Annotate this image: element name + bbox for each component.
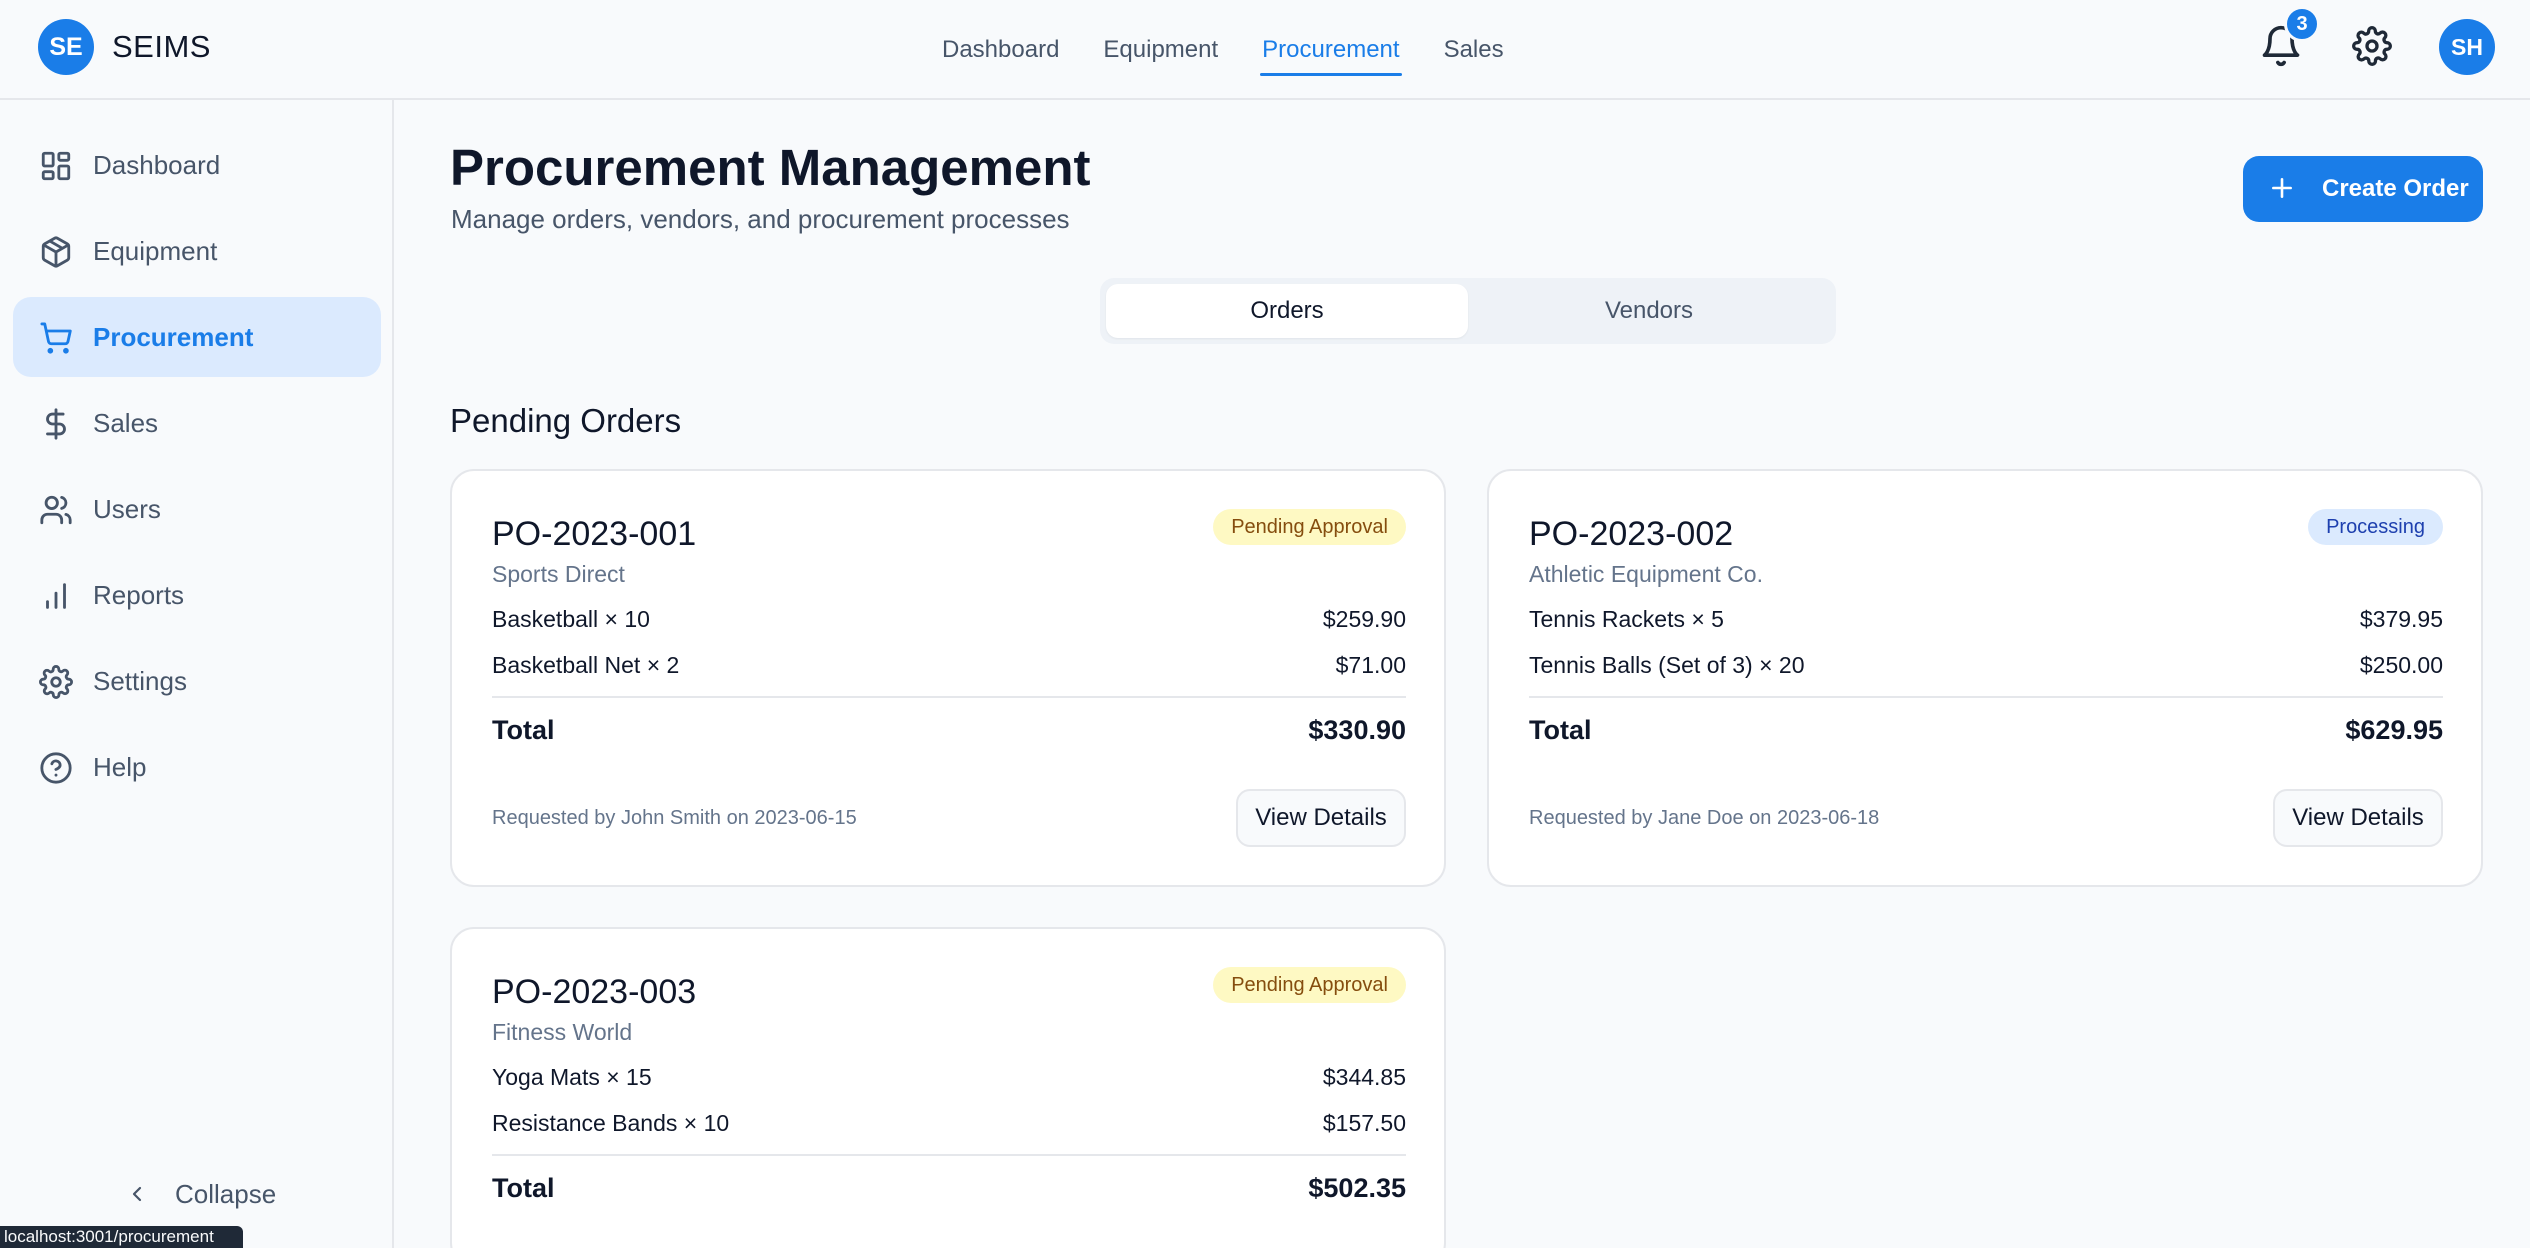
top-nav: Dashboard Equipment Procurement Sales — [920, 0, 1526, 100]
total-amount: $502.35 — [1308, 1173, 1406, 1203]
item-name: Resistance Bands × 10 — [492, 1110, 730, 1136]
sidebar-item-dashboard[interactable]: Dashboard — [13, 125, 381, 205]
view-details-button[interactable]: View Details — [2273, 789, 2443, 847]
item-name: Yoga Mats × 15 — [492, 1064, 652, 1090]
sidebar-item-equipment[interactable]: Equipment — [13, 211, 381, 291]
total-label: Total — [1529, 715, 1592, 745]
grid-icon — [41, 151, 71, 181]
sidebar-item-help[interactable]: Help — [13, 727, 381, 807]
order-line-item: Resistance Bands × 10 $157.50 — [492, 1110, 1406, 1140]
sidebar-item-label: Settings — [93, 665, 187, 696]
tabs: Orders Vendors — [1100, 278, 1836, 344]
item-name: Tennis Balls (Set of 3) × 20 — [1529, 652, 1805, 678]
sidebar-item-settings[interactable]: Settings — [13, 641, 381, 721]
sidebar-item-label: Equipment — [93, 235, 218, 266]
divider — [492, 696, 1406, 698]
tab-orders[interactable]: Orders — [1106, 284, 1468, 338]
top-header: SE SEIMS Dashboard Equipment Procurement… — [0, 0, 2530, 100]
item-amount: $157.50 — [1322, 1110, 1406, 1136]
order-total-row: Total $502.35 — [492, 1173, 1406, 1204]
order-id: PO-2023-001 — [492, 515, 697, 553]
gear-icon — [39, 665, 73, 699]
item-amount: $259.90 — [1322, 606, 1406, 632]
bar-chart-icon — [46, 583, 66, 609]
page-subtitle: Manage orders, vendors, and procurement … — [451, 204, 1070, 234]
divider — [1529, 696, 2443, 698]
requested-by: Requested by Jane Doe on 2023-06-18 — [1529, 807, 1880, 829]
sidebar-item-label: Reports — [93, 579, 185, 610]
sidebar-item-label: Help — [93, 751, 147, 782]
order-vendor: Fitness World — [492, 1019, 633, 1045]
brand-name: SEIMS — [112, 29, 211, 64]
order-card: PO-2023-003 Pending Approval Fitness Wor… — [450, 927, 1446, 1248]
chevron-left-icon — [132, 1186, 142, 1202]
order-line-item: Basketball × 10 $259.90 — [492, 606, 1406, 636]
collapse-button[interactable]: Collapse — [125, 1172, 276, 1216]
order-vendor: Sports Direct — [492, 561, 625, 587]
settings-button[interactable] — [2352, 26, 2392, 66]
sidebar-item-label: Procurement — [93, 321, 254, 352]
sidebar-item-label: Dashboard — [93, 149, 221, 180]
order-card: PO-2023-002 Processing Athletic Equipmen… — [1487, 469, 2483, 887]
item-name: Basketball Net × 2 — [492, 652, 680, 678]
link-status-bar: localhost:3001/procurement — [0, 1226, 243, 1248]
brand[interactable]: SE SEIMS — [38, 19, 211, 75]
status-badge: Processing — [2308, 509, 2443, 545]
box-icon — [41, 236, 71, 268]
item-amount: $71.00 — [1335, 652, 1406, 678]
brand-logo: SE — [38, 19, 94, 75]
order-line-item: Tennis Rackets × 5 $379.95 — [1529, 606, 2443, 636]
divider — [492, 1154, 1406, 1156]
collapse-label: Collapse — [175, 1178, 277, 1209]
total-amount: $629.95 — [2345, 715, 2443, 745]
topnav-equipment[interactable]: Equipment — [1081, 0, 1240, 100]
requested-by: Requested by John Smith on 2023-06-15 — [492, 807, 857, 829]
cart-icon — [40, 322, 72, 354]
topnav-procurement[interactable]: Procurement — [1240, 0, 1421, 100]
topnav-sales[interactable]: Sales — [1422, 0, 1526, 100]
tab-vendors[interactable]: Vendors — [1468, 284, 1830, 338]
sidebar-item-users[interactable]: Users — [13, 469, 381, 549]
plus-icon — [2272, 178, 2292, 198]
item-amount: $250.00 — [2359, 652, 2443, 678]
total-label: Total — [492, 715, 555, 745]
order-id: PO-2023-003 — [492, 973, 697, 1011]
dollar-icon — [46, 408, 66, 440]
order-line-item: Tennis Balls (Set of 3) × 20 $250.00 — [1529, 652, 2443, 682]
total-label: Total — [492, 1173, 555, 1203]
order-vendor: Athletic Equipment Co. — [1529, 561, 1763, 587]
order-card: PO-2023-001 Pending Approval Sports Dire… — [450, 469, 1446, 887]
create-order-label: Create Order — [2322, 175, 2469, 202]
order-id: PO-2023-002 — [1529, 515, 1734, 553]
sidebar-item-reports[interactable]: Reports — [13, 555, 381, 635]
total-amount: $330.90 — [1308, 715, 1406, 745]
create-order-button[interactable]: Create Order — [2243, 156, 2483, 222]
item-name: Tennis Rackets × 5 — [1529, 606, 1724, 632]
order-total-row: Total $629.95 — [1529, 715, 2443, 746]
order-line-item: Basketball Net × 2 $71.00 — [492, 652, 1406, 682]
sidebar-item-label: Users — [93, 493, 161, 524]
status-badge: Pending Approval — [1213, 509, 1406, 545]
view-details-button[interactable]: View Details — [1236, 789, 1406, 847]
order-total-row: Total $330.90 — [492, 715, 1406, 746]
item-amount: $344.85 — [1322, 1064, 1406, 1090]
help-circle-icon — [40, 752, 72, 784]
notification-count-badge: 3 — [2284, 6, 2320, 42]
gear-icon — [2352, 26, 2392, 66]
sidebar-item-procurement[interactable]: Procurement — [13, 297, 381, 377]
status-badge: Pending Approval — [1213, 967, 1406, 1003]
item-name: Basketball × 10 — [492, 606, 650, 632]
sidebar-item-label: Sales — [93, 407, 159, 438]
users-icon — [40, 495, 72, 525]
user-avatar[interactable]: SH — [2439, 19, 2495, 75]
topnav-dashboard[interactable]: Dashboard — [920, 0, 1081, 100]
order-line-item: Yoga Mats × 15 $344.85 — [492, 1064, 1406, 1094]
section-title: Pending Orders — [450, 402, 682, 439]
sidebar-item-sales[interactable]: Sales — [13, 383, 381, 463]
sidebar: Dashboard Equipment Procurement Sales Us… — [0, 100, 394, 1248]
item-amount: $379.95 — [2359, 606, 2443, 632]
page-title: Procurement Management — [450, 139, 1091, 196]
